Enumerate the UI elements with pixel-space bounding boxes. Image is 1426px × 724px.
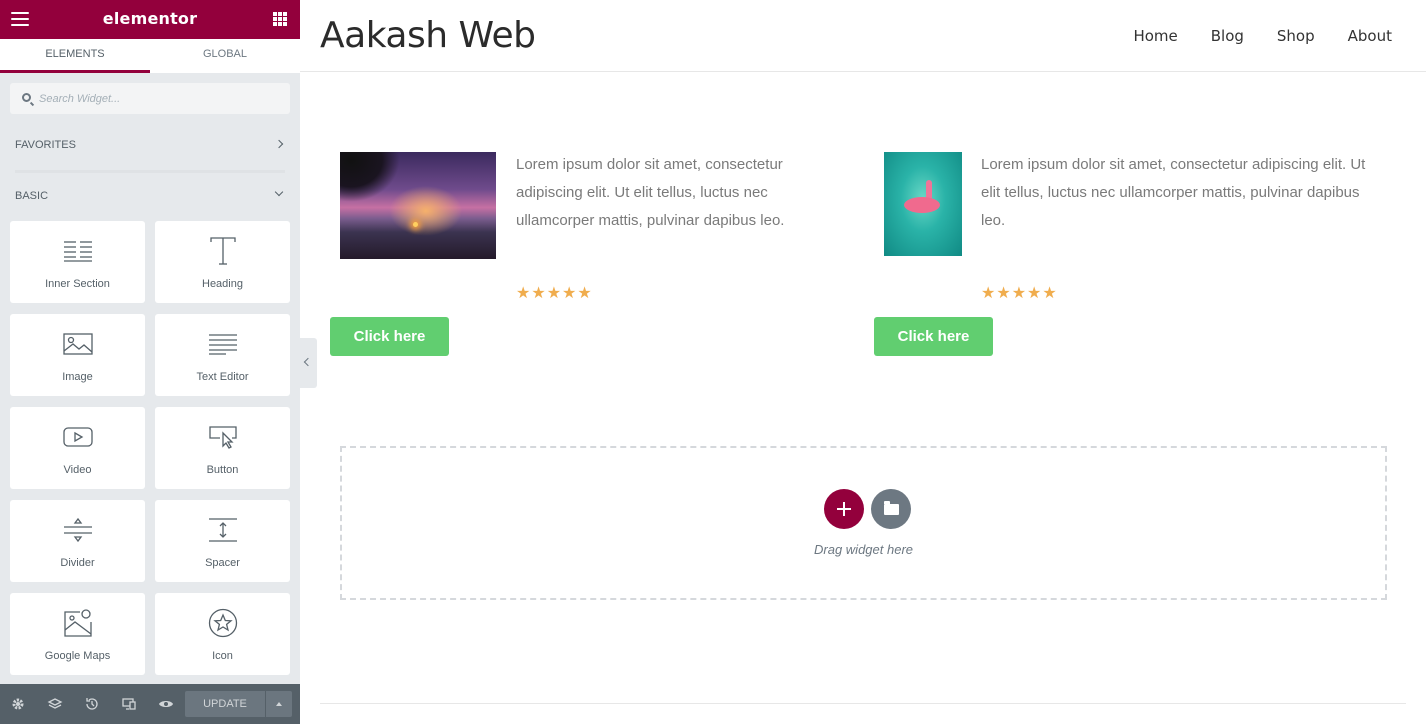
- search-input[interactable]: [39, 83, 279, 114]
- panel-header: elementor: [0, 0, 300, 39]
- star-icon: ★: [577, 285, 592, 302]
- widget-text-editor[interactable]: Text Editor: [155, 314, 290, 396]
- text-editor-icon: [155, 328, 290, 360]
- inner-section-icon: [10, 235, 145, 267]
- widget-label: Button: [206, 464, 239, 476]
- widget-label: Icon: [212, 650, 233, 662]
- widget-google-maps[interactable]: Google Maps: [10, 593, 145, 675]
- add-section-button[interactable]: [824, 489, 864, 529]
- widget-video[interactable]: Video: [10, 407, 145, 489]
- divider-icon: [10, 514, 145, 546]
- widget-label: Divider: [60, 557, 95, 569]
- chevron-down-icon: [274, 187, 284, 197]
- category-favorites[interactable]: FAVORITES: [15, 139, 285, 151]
- column-text[interactable]: Lorem ipsum dolor sit amet, consectetur …: [981, 151, 1381, 235]
- chevron-right-icon: [274, 139, 284, 149]
- star-icon: ★: [562, 285, 577, 302]
- drag-widget-hint: Drag widget here: [814, 542, 913, 557]
- widget-label: Heading: [202, 278, 243, 290]
- widget-label: Spacer: [205, 557, 240, 569]
- widget-spacer[interactable]: Spacer: [155, 500, 290, 582]
- widget-icon[interactable]: Icon: [155, 593, 290, 675]
- main-nav: Home Blog Shop About: [1133, 27, 1392, 45]
- category-divider: [15, 170, 285, 173]
- panel-footer: UPDATE: [0, 684, 300, 724]
- google-maps-icon: [10, 607, 145, 639]
- widget-label: Text Editor: [196, 371, 249, 383]
- site-title[interactable]: Aakash Web: [320, 15, 536, 56]
- star-icon: ★: [996, 285, 1011, 302]
- widget-label: Video: [63, 464, 92, 476]
- widget-image[interactable]: Image: [10, 314, 145, 396]
- widgets-grid-icon[interactable]: [273, 12, 287, 26]
- click-here-button[interactable]: Click here: [330, 317, 449, 356]
- settings-icon[interactable]: [10, 696, 26, 712]
- image-icon: [10, 328, 145, 360]
- nav-shop[interactable]: Shop: [1277, 27, 1315, 45]
- collapse-panel-button[interactable]: [300, 338, 317, 388]
- star-icon: ★: [531, 285, 546, 302]
- responsive-icon[interactable]: [121, 696, 137, 712]
- navigator-icon[interactable]: [47, 696, 63, 712]
- widget-label: Google Maps: [44, 650, 111, 662]
- widget-search: [10, 83, 290, 114]
- add-template-button[interactable]: [871, 489, 911, 529]
- nav-blog[interactable]: Blog: [1211, 27, 1244, 45]
- category-label: FAVORITES: [15, 139, 76, 151]
- preview-icon[interactable]: [158, 696, 174, 712]
- column-text[interactable]: Lorem ipsum dolor sit amet, consectetur …: [516, 151, 806, 235]
- flamingo-float-image[interactable]: [884, 152, 962, 256]
- nav-home[interactable]: Home: [1133, 27, 1177, 45]
- star-icon: ★: [1011, 285, 1027, 302]
- widget-label: Image: [62, 371, 93, 383]
- search-icon: [22, 93, 31, 102]
- site-header: Aakash Web Home Blog Shop About: [300, 0, 1426, 72]
- widget-inner-section[interactable]: Inner Section: [10, 221, 145, 303]
- star-icon: ★: [1042, 285, 1057, 302]
- click-here-button[interactable]: Click here: [874, 317, 993, 356]
- update-button[interactable]: UPDATE: [185, 691, 265, 717]
- category-basic[interactable]: BASIC: [15, 187, 285, 202]
- heading-icon: [155, 235, 290, 267]
- widget-button[interactable]: Button: [155, 407, 290, 489]
- tab-global[interactable]: GLOBAL: [150, 39, 300, 73]
- elementor-editor: elementor ELEMENTS GLOBAL FAVORITES BASI…: [0, 0, 1426, 724]
- widget-divider[interactable]: Divider: [10, 500, 145, 582]
- update-options-button[interactable]: [266, 691, 292, 717]
- elementor-panel: elementor ELEMENTS GLOBAL FAVORITES BASI…: [0, 0, 300, 724]
- widget-label: Inner Section: [45, 278, 110, 290]
- icon-widget-icon: [155, 607, 290, 639]
- spacer-icon: [155, 514, 290, 546]
- button-icon: [155, 421, 290, 453]
- star-rating[interactable]: ★ ★ ★ ★ ★: [981, 286, 1057, 302]
- sunset-beach-image[interactable]: [340, 152, 496, 259]
- star-icon: ★: [516, 285, 531, 302]
- star-icon: ★: [981, 285, 996, 302]
- panel-tabs: ELEMENTS GLOBAL: [0, 39, 300, 73]
- star-rating[interactable]: ★ ★ ★ ★ ★: [516, 286, 592, 302]
- folder-icon: [884, 501, 899, 515]
- star-icon: ★: [546, 285, 562, 302]
- widget-heading[interactable]: Heading: [155, 221, 290, 303]
- tab-elements[interactable]: ELEMENTS: [0, 39, 150, 73]
- elementor-logo: elementor: [102, 9, 198, 28]
- history-icon[interactable]: [84, 696, 100, 712]
- add-section-dropzone[interactable]: Drag widget here: [340, 446, 1387, 600]
- footer-divider: [320, 703, 1406, 704]
- star-icon: ★: [1027, 285, 1042, 302]
- video-icon: [10, 421, 145, 453]
- nav-about[interactable]: About: [1348, 27, 1392, 45]
- category-label: BASIC: [15, 190, 49, 202]
